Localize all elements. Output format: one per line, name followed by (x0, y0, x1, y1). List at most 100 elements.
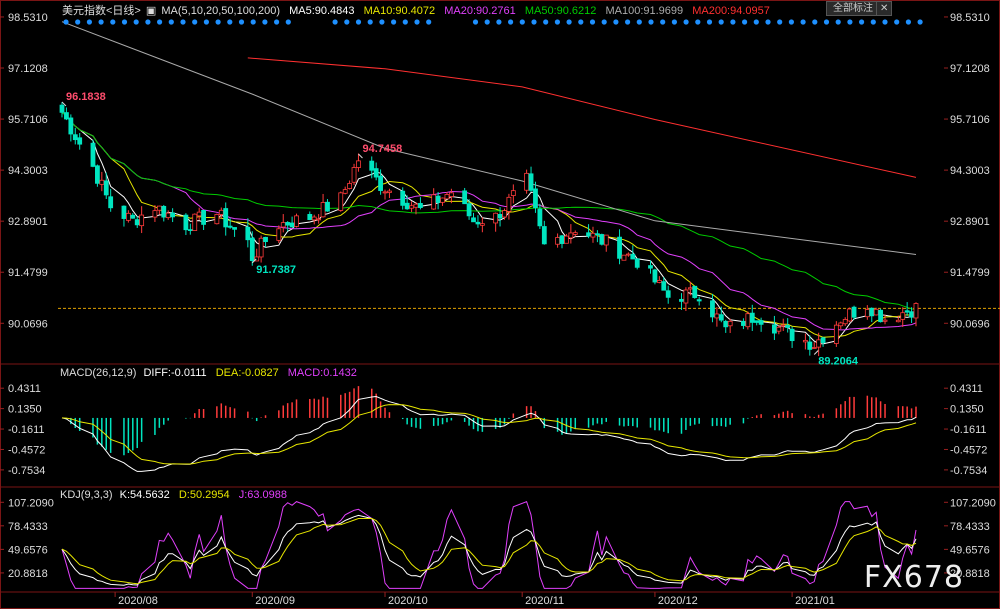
candle-up (745, 313, 751, 328)
chart-canvas[interactable]: 96.183894.745891.738789.2064 98.5310 98.5… (0, 0, 1000, 609)
ma20-value: MA20:90.2761 (444, 5, 516, 17)
price-tick-label-right: 94.3003 (950, 165, 990, 177)
event-marker-dot (215, 19, 221, 25)
macd-legend: MACD(26,12,9) DIFF:-0.0111 DEA:-0.0827 M… (60, 367, 357, 379)
candle-down (77, 137, 83, 145)
candle-up (409, 205, 414, 209)
candle-down (528, 173, 534, 191)
event-marker-dot (86, 19, 92, 25)
candle-down (723, 320, 729, 328)
candle-down (245, 226, 251, 241)
candle-down (94, 165, 100, 184)
event-marker-dot (519, 19, 525, 25)
candle-down (533, 188, 538, 209)
candle-down (595, 233, 600, 236)
price-tick-label-left: 92.8901 (8, 216, 48, 228)
candle-down (378, 175, 383, 191)
candle-up (847, 308, 853, 322)
price-tick-label-right: 91.4799 (950, 267, 990, 279)
candle-up (196, 211, 202, 217)
kdj-k-value: K:54.5632 (119, 489, 170, 501)
candle-up (900, 312, 906, 320)
ma10-value: MA10:90.4072 (363, 5, 436, 17)
show-all-annotations-button[interactable]: 全部标注 (826, 1, 880, 16)
event-marker-dot (777, 19, 783, 25)
candle-down (820, 337, 826, 343)
event-marker-dot (367, 19, 373, 25)
candle-up (311, 216, 317, 221)
close-icon[interactable]: ✕ (876, 1, 892, 16)
candle-down (227, 225, 233, 228)
candle-up (444, 194, 450, 200)
candle-down (307, 214, 313, 221)
candle-down (599, 234, 605, 245)
outer-border (0, 0, 1000, 609)
event-marker-dot (484, 19, 490, 25)
price-tick-label-left: 94.3003 (8, 165, 48, 177)
candle-down (789, 328, 795, 342)
candle-down (223, 208, 229, 228)
macd-hist-value: MACD:0.1432 (287, 367, 357, 379)
kdj-j-value: J:63.0988 (238, 489, 288, 501)
time-tick-label: 2021/01 (795, 595, 835, 607)
candle-up (811, 347, 817, 349)
kdj-tick-label-left: 107.2090 (8, 497, 54, 509)
event-marker-dot (648, 19, 654, 25)
candle-up (276, 228, 282, 241)
candle-down (665, 290, 671, 298)
kdj-panel (61, 500, 917, 589)
candle-down (201, 209, 206, 225)
candle-up (382, 191, 388, 194)
event-marker-dot (344, 19, 350, 25)
event-marker-dot (870, 19, 876, 25)
macd-diff-line (61, 395, 917, 472)
candle-down (541, 226, 547, 245)
candle-up (342, 189, 348, 194)
event-marker-dot (192, 19, 198, 25)
candle-down (249, 237, 255, 261)
ma100-line (61, 21, 917, 255)
kdj-tick-label-left: 20.8818 (8, 568, 48, 580)
macd-tick-label-left: -0.7534 (8, 465, 45, 477)
candle-up (656, 280, 662, 283)
candle-down (696, 299, 702, 302)
price-tick-label-right: 95.7106 (950, 114, 990, 126)
macd-tick-label-right: -0.4572 (950, 444, 987, 456)
macd-params: MACD(26,12,9) (60, 367, 137, 379)
event-marker-dot (589, 19, 596, 25)
candle-down (72, 134, 78, 141)
kdj-d-line (61, 518, 917, 585)
event-marker-dot (98, 19, 104, 25)
candle-down (661, 281, 667, 291)
event-marker-dot (730, 19, 736, 25)
candle-up (555, 237, 560, 245)
event-marker-dot (859, 19, 865, 25)
candle-down (400, 190, 406, 206)
candle-down (466, 203, 472, 217)
collapse-icon[interactable]: ▣ (146, 5, 156, 17)
candle-down (851, 306, 857, 318)
price-tick-label-left: 95.7106 (8, 114, 48, 126)
event-marker-dot (847, 19, 853, 25)
event-marker-dot (531, 19, 537, 25)
watermark-logo: FX678 (863, 560, 964, 595)
annotation-pointer (813, 350, 819, 355)
event-marker-dot (742, 19, 748, 25)
macd-panel (61, 386, 917, 472)
candle-down (325, 201, 330, 212)
event-marker-dot (285, 19, 291, 25)
candle-down (878, 309, 884, 323)
event-marker-dot (543, 19, 549, 25)
candle-up (913, 303, 919, 319)
macd-dea-value: DEA:-0.0827 (215, 367, 279, 379)
ma200-line (247, 57, 917, 178)
candle-down (718, 314, 724, 321)
kdj-params: KDJ(9,3,3) (60, 489, 113, 501)
kdj-tick-label-right: 107.2090 (950, 497, 996, 509)
candle-down (183, 214, 189, 231)
candle-down (772, 324, 777, 334)
event-marker-dot (823, 19, 830, 25)
event-marker-dot (800, 19, 806, 25)
candle-up (479, 223, 485, 226)
event-marker-dot (508, 19, 514, 25)
